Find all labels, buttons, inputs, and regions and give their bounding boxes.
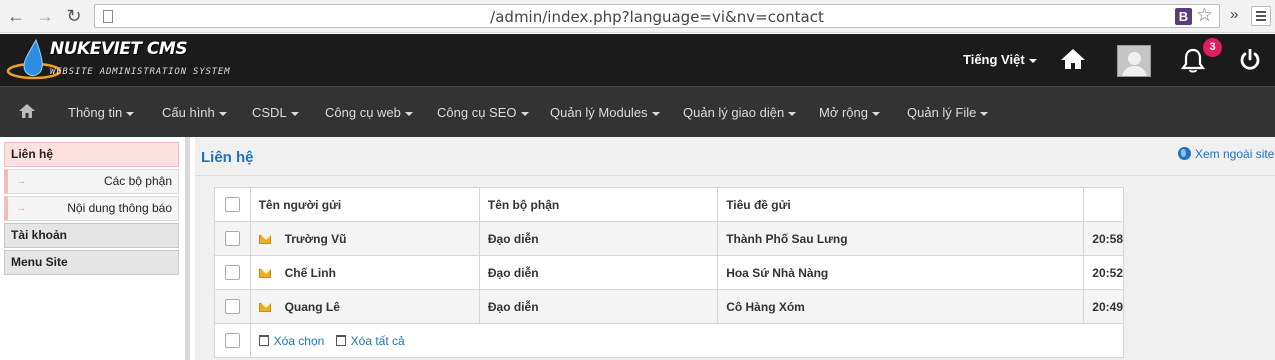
column-header-subject: Tiêu đề gửi <box>717 187 1085 222</box>
language-label: Tiếng Việt <box>963 52 1025 67</box>
subject-cell: Hoa Sứ Nhà Nàng <box>717 255 1085 290</box>
chevron-down-icon <box>290 111 299 116</box>
globe-icon <box>1178 147 1191 160</box>
table-row[interactable]: Trường Vũ Đạo diễn Thành Phố Sau Lưng 20… <box>214 221 1124 256</box>
sender-cell: Chế Linh <box>249 255 480 290</box>
nav-item-cau-hinh[interactable]: Cấu hình <box>162 105 227 120</box>
column-header-sender: Tên người gửi <box>249 187 480 222</box>
row-check-cell <box>214 221 251 256</box>
chevron-down-icon <box>980 111 989 116</box>
chevron-down-icon <box>520 111 529 116</box>
nav-item-mo-rong[interactable]: Mở rộng <box>819 105 880 120</box>
back-arrow-icon[interactable]: ← <box>6 6 26 26</box>
delete-all-button[interactable]: Xóa tất cả <box>335 334 405 348</box>
divider <box>195 175 1275 176</box>
actions-cell: Xóa chọn Xóa tất cả <box>249 323 1125 358</box>
sidebar: Liên hệ → Các bộ phận → Nội dung thông báo… <box>0 137 190 360</box>
sidebar-item-lien-he[interactable]: Liên hệ <box>4 142 179 167</box>
nav-home-icon[interactable] <box>18 103 36 119</box>
time-cell: 20:52 <box>1083 255 1124 290</box>
nav-item-csdl[interactable]: CSDL <box>252 105 299 120</box>
column-header-time <box>1083 187 1124 222</box>
row-checkbox[interactable] <box>225 231 240 247</box>
more-icon[interactable]: » <box>1230 6 1238 23</box>
url-text: /admin/index.php?language=vi&nv=contact <box>490 8 824 26</box>
time-cell: 20:58 <box>1083 221 1124 256</box>
chevron-down-icon <box>651 111 660 116</box>
logo-subtitle: WEBSITE ADMINISTRATION SYSTEM <box>50 67 231 77</box>
nav-item-quan-ly-file[interactable]: Quản lý File <box>907 105 989 120</box>
view-site-link[interactable]: Xem ngoài site <box>1178 147 1274 161</box>
address-bar[interactable]: /admin/index.php?language=vi&nv=contact <box>94 4 1220 28</box>
nav-item-quan-ly-modules[interactable]: Quản lý Modules <box>550 105 660 120</box>
department-cell: Đạo diễn <box>478 221 719 256</box>
sidebar-subitem-noi-dung-thong-bao[interactable]: → Nội dung thông báo <box>4 196 179 221</box>
envelope-icon <box>258 302 271 312</box>
admin-header: NUKEVIET CMS WEBSITE ADMINISTRATION SYST… <box>0 34 1275 86</box>
time-cell: 20:49 <box>1083 289 1124 324</box>
reload-icon[interactable]: ↻ <box>64 6 84 26</box>
sidebar-item-tai-khoan[interactable]: Tài khoản <box>4 223 179 248</box>
chevron-down-icon <box>788 111 797 116</box>
row-checkbox[interactable] <box>225 299 240 315</box>
home-icon[interactable] <box>1060 48 1086 70</box>
forward-arrow-icon[interactable]: → <box>35 6 55 26</box>
arrow-right-icon: → <box>16 176 26 187</box>
chevron-down-icon <box>126 111 135 116</box>
logo-title: NUKEVIET CMS <box>50 39 188 59</box>
nav-item-thong-tin[interactable]: Thông tin <box>68 105 135 120</box>
table-row[interactable]: Chế Linh Đạo diễn Hoa Sứ Nhà Nàng 20:52 <box>214 255 1124 290</box>
footer-checkbox[interactable] <box>225 333 240 349</box>
main-content: Liên hệ Xem ngoài site Tên người gửi Tên… <box>195 137 1275 360</box>
row-check-cell <box>214 289 251 324</box>
notification-badge: 3 <box>1203 38 1222 57</box>
nav-item-cong-cu-web[interactable]: Công cụ web <box>325 105 413 120</box>
sidebar-item-menu-site[interactable]: Menu Site <box>4 250 179 275</box>
extension-icon[interactable]: B <box>1175 8 1192 25</box>
table-row[interactable]: Quang Lê Đạo diễn Cô Hàng Xóm 20:49 <box>214 289 1124 324</box>
page-title: Liên hệ <box>201 149 254 166</box>
browser-toolbar: ← → ↻ /admin/index.php?language=vi&nv=co… <box>0 0 1275 33</box>
select-all-checkbox[interactable] <box>225 197 240 213</box>
sender-cell: Quang Lê <box>249 289 480 324</box>
department-cell: Đạo diễn <box>478 289 719 324</box>
table-footer-row: Xóa chọn Xóa tất cả <box>214 323 1125 358</box>
row-check-cell <box>214 255 251 290</box>
select-all-cell <box>214 187 251 222</box>
envelope-icon <box>258 234 271 244</box>
star-icon[interactable]: ☆ <box>1196 4 1213 27</box>
main-navbar: Thông tin Cấu hình CSDL Công cụ web Công… <box>0 86 1275 137</box>
trash-icon <box>258 334 269 346</box>
power-icon[interactable] <box>1239 49 1261 71</box>
avatar[interactable] <box>1117 45 1151 77</box>
nav-item-quan-ly-giao-dien[interactable]: Quản lý giao diện <box>683 105 797 120</box>
envelope-icon <box>258 268 271 278</box>
department-cell: Đạo diễn <box>478 255 719 290</box>
chevron-down-icon <box>872 111 880 116</box>
chevron-down-icon <box>1028 58 1037 63</box>
footer-check-cell <box>214 323 251 358</box>
table-header-row: Tên người gửi Tên bộ phận Tiêu đề gửi <box>214 187 1124 222</box>
chevron-down-icon <box>404 111 413 116</box>
arrow-right-icon: → <box>16 203 26 214</box>
bell-icon[interactable] <box>1180 48 1206 74</box>
subject-cell: Thành Phố Sau Lưng <box>717 221 1085 256</box>
column-header-department: Tên bộ phận <box>478 187 719 222</box>
subject-cell: Cô Hàng Xóm <box>717 289 1085 324</box>
sidebar-subitem-cac-bo-phan[interactable]: → Các bộ phận <box>4 169 179 194</box>
delete-selected-button[interactable]: Xóa chọn <box>258 334 324 348</box>
logo[interactable]: NUKEVIET CMS WEBSITE ADMINISTRATION SYST… <box>6 36 246 84</box>
sender-cell: Trường Vũ <box>249 221 480 256</box>
menu-icon[interactable] <box>1251 6 1271 26</box>
row-checkbox[interactable] <box>225 265 240 281</box>
language-select[interactable]: Tiếng Việt <box>963 52 1037 67</box>
trash-icon <box>335 334 346 346</box>
nav-item-cong-cu-seo[interactable]: Công cụ SEO <box>437 105 529 120</box>
chevron-down-icon <box>218 111 227 116</box>
contact-table: Tên người gửi Tên bộ phận Tiêu đề gửi Tr… <box>214 187 1125 358</box>
